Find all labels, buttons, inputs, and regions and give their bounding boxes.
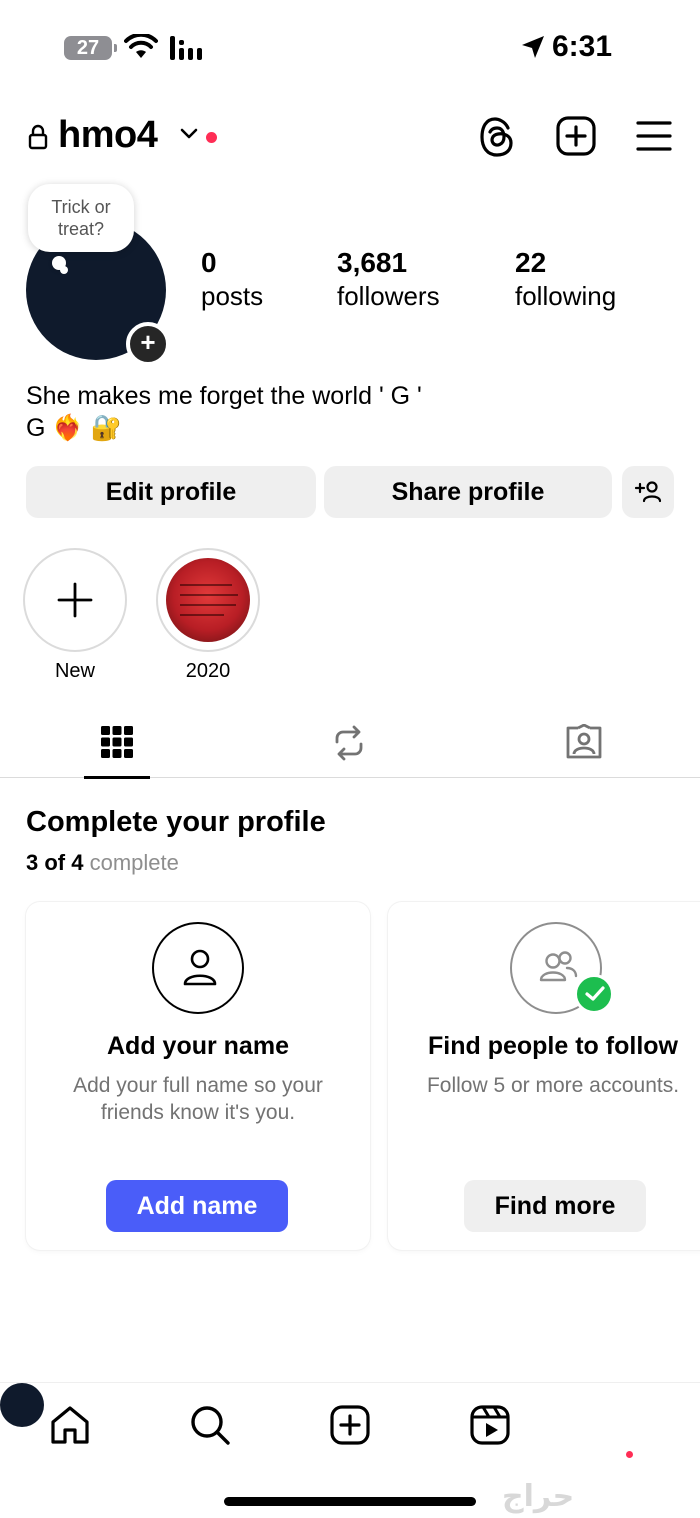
highlight-2020-circle[interactable] — [156, 548, 260, 652]
highlight-label: New — [54, 660, 95, 682]
stat-following-count: 22 — [515, 247, 547, 278]
card-add-name-icon-circle — [152, 922, 244, 1014]
card-find-people[interactable]: Find people to follow Follow 5 or more a… — [388, 902, 700, 1250]
plus-icon — [57, 582, 93, 618]
discover-people-button[interactable] — [622, 466, 674, 518]
profile-actions: Edit profile Share profile — [26, 466, 676, 518]
complete-profile-title: Complete your profile — [26, 806, 326, 838]
user-icon — [183, 949, 217, 986]
card-description: Add your full name so your friends know … — [73, 1074, 323, 1124]
card-description: Follow 5 or more accounts. — [426, 1074, 680, 1097]
bio-line-2: G ❤️‍🔥 🔐 — [26, 414, 122, 442]
battery-icon: 27 — [64, 36, 117, 60]
check-icon — [574, 974, 614, 1014]
repost-icon — [335, 725, 363, 761]
watermark-logo: حراج — [502, 1480, 575, 1513]
home-icon[interactable] — [48, 1403, 92, 1447]
tab-tagged[interactable] — [550, 712, 616, 778]
profile-notification-dot — [626, 1451, 633, 1458]
highlight-label: 2020 — [185, 660, 231, 682]
profile-header: hmo4 — [0, 108, 700, 168]
username-switcher[interactable]: hmo4 — [58, 114, 158, 157]
note-bubble-tail-small — [60, 266, 68, 274]
stat-followers-count: 3,681 — [337, 247, 408, 278]
stat-following[interactable]: 22 following — [515, 246, 616, 312]
threads-icon[interactable] — [478, 116, 518, 158]
stat-posts[interactable]: 0 posts — [201, 246, 263, 312]
highlight-cover-image — [166, 558, 250, 642]
progress-count: 3 of 4 — [26, 850, 84, 875]
share-profile-button[interactable]: Share profile — [324, 466, 612, 518]
tab-reposts[interactable] — [316, 712, 382, 778]
notification-dot — [206, 132, 217, 143]
add-name-button[interactable]: Add name — [106, 1180, 288, 1232]
find-more-button[interactable]: Find more — [464, 1180, 646, 1232]
content-tabs — [0, 712, 700, 779]
tab-posts-grid[interactable] — [84, 712, 150, 779]
edit-profile-button[interactable]: Edit profile — [26, 466, 316, 518]
bio: She makes me forget the world ' G ' G ❤️… — [26, 380, 546, 444]
grid-icon — [101, 726, 133, 758]
highlight-new[interactable]: New — [23, 548, 127, 683]
highlight-new-circle[interactable] — [23, 548, 127, 652]
lock-icon — [28, 124, 48, 150]
stat-followers-label: followers — [337, 281, 440, 311]
reels-icon[interactable] — [468, 1403, 512, 1447]
home-indicator[interactable] — [224, 1497, 476, 1506]
create-icon[interactable] — [328, 1403, 372, 1447]
clock: 6:31 — [552, 30, 613, 63]
chevron-down-icon[interactable] — [180, 128, 198, 140]
tagged-user-icon — [566, 724, 602, 759]
card-title: Find people to follow — [428, 1032, 678, 1060]
add-user-icon — [634, 481, 662, 503]
progress-suffix: complete — [89, 850, 179, 875]
create-post-icon[interactable] — [556, 116, 596, 156]
stat-following-label: following — [515, 281, 617, 311]
profile-tab-avatar[interactable] — [0, 1383, 44, 1427]
note-bubble[interactable]: Trick or treat? — [28, 184, 134, 252]
stat-posts-count: 0 — [201, 247, 217, 278]
search-icon[interactable] — [188, 1403, 232, 1447]
complete-profile-progress: 3 of 4 complete — [26, 850, 179, 876]
wifi-icon — [124, 34, 158, 58]
status-bar: 27 6:31 — [0, 0, 700, 96]
bio-line-1: She makes me forget the world ' G ' — [26, 382, 422, 410]
add-story-button[interactable]: + — [126, 322, 170, 366]
bottom-navigation: حراج — [0, 1382, 700, 1518]
location-arrow-icon — [522, 36, 544, 58]
stat-followers[interactable]: 3,681 followers — [337, 246, 440, 312]
highlight-2020[interactable]: 2020 — [156, 548, 260, 683]
menu-icon[interactable] — [636, 120, 672, 152]
card-add-name[interactable]: Add your name Add your full name so your… — [26, 902, 370, 1250]
stat-posts-label: posts — [201, 281, 264, 311]
signal-icon — [170, 36, 202, 60]
card-title: Add your name — [107, 1032, 289, 1060]
